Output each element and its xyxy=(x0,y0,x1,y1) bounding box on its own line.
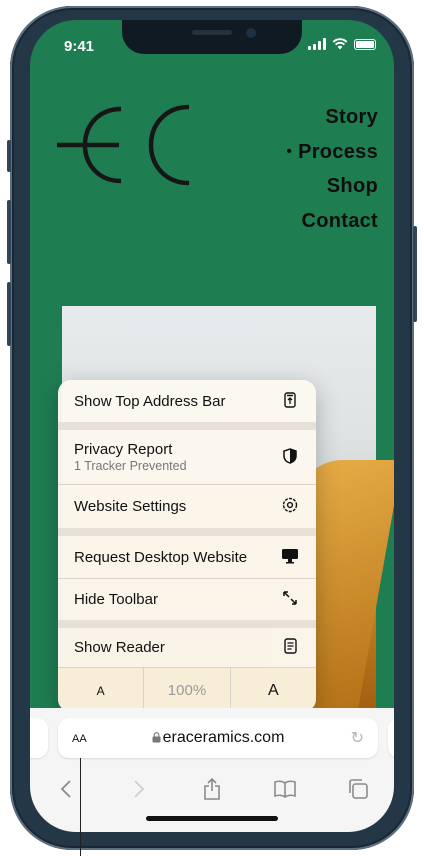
shield-icon xyxy=(280,447,300,467)
tabs-button[interactable] xyxy=(338,774,378,804)
active-dot: • xyxy=(286,142,293,160)
site-nav: Story • Process Shop Contact xyxy=(287,100,379,238)
reader-icon xyxy=(280,638,300,657)
forward-button[interactable] xyxy=(119,774,159,804)
nav-shop[interactable]: Shop xyxy=(287,169,379,204)
mute-switch xyxy=(7,140,11,172)
signal-icon xyxy=(308,38,326,50)
top-address-bar-icon xyxy=(280,391,300,411)
menu-request-desktop-website[interactable]: Request Desktop Website xyxy=(58,536,316,578)
increase-text-size-button[interactable]: A xyxy=(231,668,316,712)
zoom-level: 100% xyxy=(143,668,231,712)
status-time: 9:41 xyxy=(64,38,95,55)
home-indicator xyxy=(146,816,278,821)
safari-toolbar: AA eraceramics.com ↻ xyxy=(30,708,394,832)
power-button xyxy=(413,226,417,322)
menu-hide-toolbar[interactable]: Hide Toolbar xyxy=(58,579,316,620)
address-bar[interactable]: AA eraceramics.com ↻ xyxy=(58,718,378,758)
resize-arrows-icon xyxy=(280,590,300,609)
book-icon xyxy=(273,780,296,798)
callout-line xyxy=(80,758,81,856)
nav-story[interactable]: Story xyxy=(287,100,379,135)
menu-privacy-report[interactable]: Privacy Report 1 Tracker Prevented xyxy=(58,430,316,484)
url-field[interactable]: eraceramics.com xyxy=(58,729,378,747)
speaker xyxy=(192,30,232,35)
toolbar-buttons xyxy=(30,774,394,804)
menu-separator xyxy=(58,422,316,430)
nav-contact[interactable]: Contact xyxy=(287,204,379,239)
share-button[interactable] xyxy=(192,774,232,804)
menu-separator xyxy=(58,528,316,536)
chevron-left-icon xyxy=(61,780,72,798)
screen: 9:41 Story • Process Shop Contact Show To… xyxy=(30,20,394,832)
wifi-icon xyxy=(332,38,348,50)
reload-icon[interactable]: ↻ xyxy=(351,728,364,748)
volume-down-button xyxy=(7,282,11,346)
menu-separator xyxy=(58,620,316,628)
nav-process[interactable]: • Process xyxy=(287,135,379,170)
camera xyxy=(246,28,256,38)
status-icons xyxy=(308,38,376,50)
ec-logo xyxy=(57,104,190,186)
previous-tab-preview[interactable] xyxy=(30,718,48,758)
page-menu: Show Top Address Bar Privacy Report 1 Tr… xyxy=(58,380,316,712)
menu-website-settings[interactable]: Website Settings xyxy=(58,485,316,528)
notch xyxy=(122,20,302,54)
desktop-icon xyxy=(280,548,300,567)
next-tab-preview[interactable] xyxy=(388,718,394,758)
battery-icon xyxy=(354,38,376,50)
zoom-controls: A 100% A xyxy=(58,667,316,712)
menu-show-reader[interactable]: Show Reader xyxy=(58,628,316,667)
chevron-right-icon xyxy=(134,780,145,798)
bookmarks-button[interactable] xyxy=(265,774,305,804)
decrease-text-size-button[interactable]: A xyxy=(58,668,143,712)
tabs-icon xyxy=(348,779,368,799)
gear-icon xyxy=(280,497,300,516)
share-icon xyxy=(204,778,220,800)
menu-show-top-address-bar[interactable]: Show Top Address Bar xyxy=(58,380,316,422)
lock-icon xyxy=(152,732,161,743)
volume-up-button xyxy=(7,200,11,264)
